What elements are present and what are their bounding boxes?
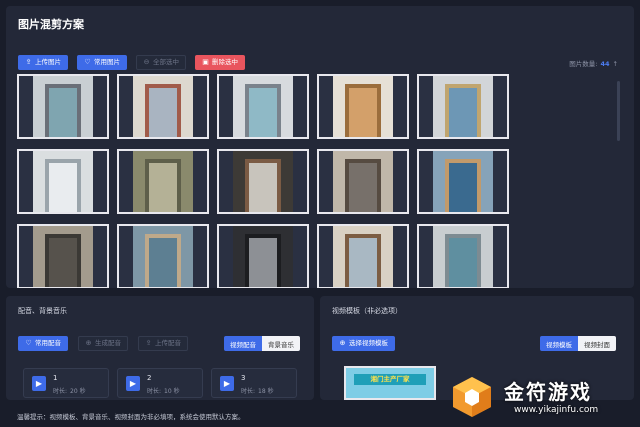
door-photo <box>133 76 193 137</box>
delete-selected-label: 删除选中 <box>212 58 238 67</box>
generate-voice-label: 生成配音 <box>95 339 121 348</box>
image-count-value: 44 <box>600 60 610 68</box>
heart-icon: ♡ <box>25 339 32 347</box>
door-photo <box>333 151 393 212</box>
heart-icon: ♡ <box>84 58 91 66</box>
duration-value: 18 秒 <box>258 388 274 395</box>
image-thumbnail[interactable] <box>17 149 109 214</box>
tab-video-cover[interactable]: 视频封面 <box>578 336 616 351</box>
music-panel: 配音、背景音乐 ♡ 常用配音 ⊕ 生成配音 ⇪ 上传配音 视频配音 背景音乐 ▶… <box>6 296 314 400</box>
audio-file-icon: ▶ <box>32 376 46 391</box>
voice-track-card[interactable]: ▶ 2 时长: 10 秒 <box>117 368 203 398</box>
upload-image-button[interactable]: ⇪ 上传图片 <box>18 55 68 70</box>
common-voice-button[interactable]: ♡ 常用配音 <box>18 336 68 351</box>
track-duration: 时长: 20 秒 <box>53 386 86 395</box>
door-photo <box>333 76 393 137</box>
page-title: 图片混剪方案 <box>18 18 84 31</box>
image-thumbnail[interactable] <box>417 74 509 139</box>
upload-voice-label: 上传配音 <box>155 339 181 348</box>
plus-circle-icon: ⊕ <box>339 339 346 347</box>
track-duration: 时长: 18 秒 <box>241 386 274 395</box>
voice-track-list: ▶ 1 时长: 20 秒 ▶ 2 时长: 10 秒 ▶ 3 时长: 18 秒 <box>23 368 297 398</box>
upload-voice-button[interactable]: ⇪ 上传配音 <box>138 336 188 351</box>
image-thumbnail[interactable] <box>17 74 109 139</box>
image-thumbnail[interactable] <box>17 224 109 288</box>
plus-circle-icon: ⊕ <box>85 339 92 347</box>
trash-icon: ▣ <box>202 58 209 66</box>
generate-voice-button[interactable]: ⊕ 生成配音 <box>78 336 128 351</box>
hint-text: 温馨提示：视频模板、背景音乐、视频封面为非必填项，系统会使用默认方案。 <box>17 413 245 421</box>
door-photo <box>433 76 493 137</box>
watermark-name: 金符游戏 <box>504 380 592 404</box>
duration-label: 时长: <box>241 388 256 395</box>
image-grid <box>17 74 509 288</box>
audio-file-icon: ▶ <box>220 376 234 391</box>
image-thumbnail[interactable] <box>117 224 209 288</box>
select-all-label: 全部选中 <box>153 58 179 67</box>
tab-video-voice[interactable]: 视频配音 <box>224 336 262 351</box>
image-thumbnail[interactable] <box>117 74 209 139</box>
select-template-button[interactable]: ⊕ 选择视频模板 <box>332 336 395 351</box>
door-photo <box>133 151 193 212</box>
image-thumbnail[interactable] <box>117 149 209 214</box>
door-photo <box>333 226 393 287</box>
door-photo <box>233 226 293 287</box>
image-thumbnail[interactable] <box>417 149 509 214</box>
image-thumbnail[interactable] <box>417 224 509 288</box>
watermark-url: www.yikajinfu.com <box>514 405 599 415</box>
select-template-label: 选择视频模板 <box>349 339 388 348</box>
door-photo <box>33 76 93 137</box>
door-photo <box>133 226 193 287</box>
music-mode-switch: 视频配音 背景音乐 <box>224 336 300 351</box>
upload-icon: ⇪ <box>25 58 32 66</box>
image-thumbnail[interactable] <box>217 224 309 288</box>
image-count: 图片数量: 44 ↑ <box>569 58 618 68</box>
duration-value: 20 秒 <box>70 388 86 395</box>
template-mode-switch: 视频模板 视频封面 <box>540 336 616 351</box>
audio-file-icon: ▶ <box>126 376 140 391</box>
template-thumbnail[interactable]: 湘门主产厂家 <box>344 366 436 400</box>
door-photo <box>233 76 293 137</box>
duration-value: 10 秒 <box>164 388 180 395</box>
image-thumbnail[interactable] <box>317 224 409 288</box>
image-mix-panel: 图片混剪方案 ⇪ 上传图片 ♡ 常用图片 ⊖ 全部选中 ▣ 删除选中 图片数量:… <box>6 6 634 288</box>
common-voice-label: 常用配音 <box>35 339 61 348</box>
image-thumbnail[interactable] <box>217 74 309 139</box>
door-photo <box>33 151 93 212</box>
duration-label: 时长: <box>53 388 68 395</box>
common-images-label: 常用图片 <box>94 58 120 67</box>
door-photo <box>433 226 493 287</box>
voice-track-card[interactable]: ▶ 1 时长: 20 秒 <box>23 368 109 398</box>
voice-track-card[interactable]: ▶ 3 时长: 18 秒 <box>211 368 297 398</box>
common-images-button[interactable]: ♡ 常用图片 <box>77 55 127 70</box>
sort-up-icon[interactable]: ↑ <box>613 60 618 68</box>
template-section-title: 视频模板（非必选项） <box>332 307 402 315</box>
music-toolbar: ♡ 常用配音 ⊕ 生成配音 ⇪ 上传配音 <box>18 336 188 351</box>
upload-icon: ⇪ <box>145 339 152 347</box>
image-grid-scrollbar[interactable] <box>617 81 620 141</box>
track-number: 2 <box>147 374 152 382</box>
check-circle-icon: ⊖ <box>143 58 150 66</box>
music-section-title: 配音、背景音乐 <box>18 307 67 315</box>
delete-selected-button[interactable]: ▣ 删除选中 <box>195 55 245 70</box>
image-thumbnail[interactable] <box>317 149 409 214</box>
track-number: 3 <box>241 374 246 382</box>
image-thumbnail[interactable] <box>317 74 409 139</box>
image-thumbnail[interactable] <box>217 149 309 214</box>
tab-video-template[interactable]: 视频模板 <box>540 336 578 351</box>
door-photo <box>433 151 493 212</box>
door-photo <box>33 226 93 287</box>
image-toolbar: ⇪ 上传图片 ♡ 常用图片 ⊖ 全部选中 ▣ 删除选中 <box>18 55 245 70</box>
track-number: 1 <box>53 374 58 382</box>
duration-label: 时长: <box>147 388 162 395</box>
template-banner-text: 湘门主产厂家 <box>354 374 426 385</box>
track-duration: 时长: 10 秒 <box>147 386 180 395</box>
image-count-label: 图片数量: <box>569 60 598 68</box>
watermark: 金符游戏 www.yikajinfu.com <box>430 372 640 427</box>
upload-image-label: 上传图片 <box>35 58 61 67</box>
door-photo <box>233 151 293 212</box>
cube-logo-icon <box>453 377 491 417</box>
select-all-button[interactable]: ⊖ 全部选中 <box>136 55 186 70</box>
tab-background-music[interactable]: 背景音乐 <box>262 336 300 351</box>
